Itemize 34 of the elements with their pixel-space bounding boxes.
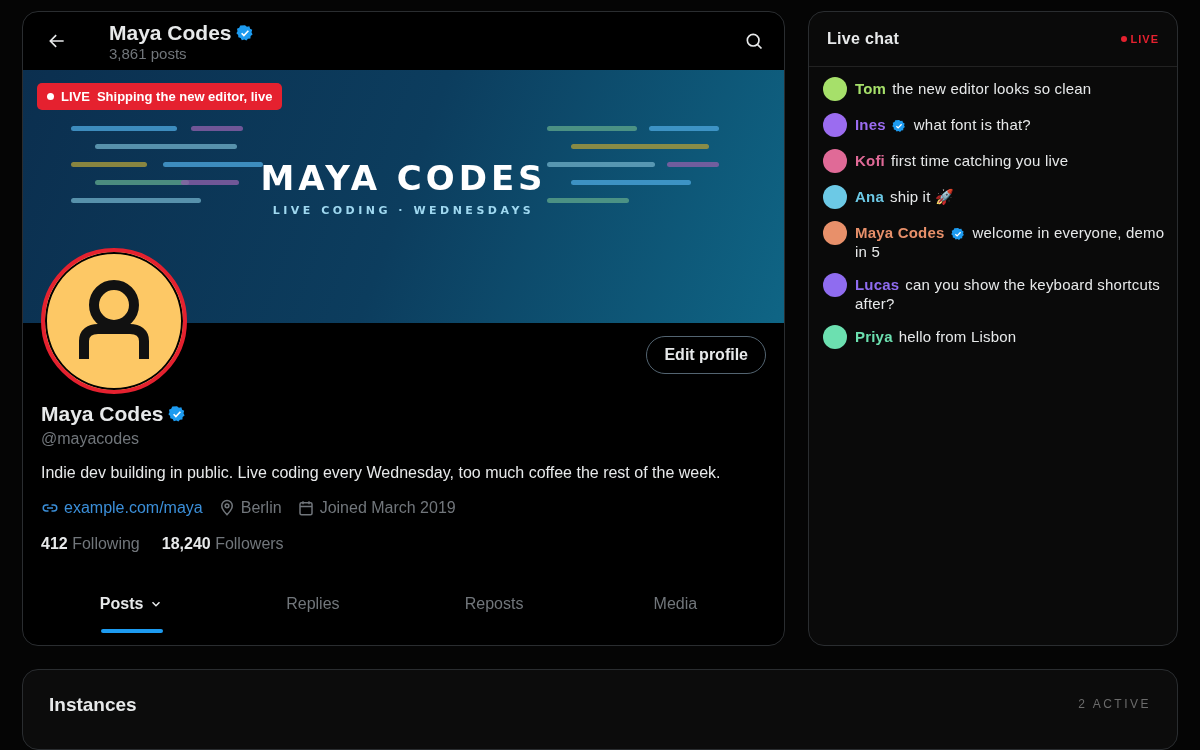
chat-message: Priya hello from Lisbon: [855, 327, 1017, 346]
profile-tab[interactable]: Reposts: [403, 577, 585, 633]
live-badge: LIVE Shipping the new editor, live: [37, 83, 283, 110]
website-link[interactable]: example.com/maya: [64, 499, 203, 517]
display-name: Maya Codes: [41, 402, 164, 426]
chat-title: Live chat: [827, 30, 900, 48]
search-icon: [744, 31, 764, 51]
chat-message: Lucas can you show the keyboard shortcuts after?: [855, 275, 1161, 313]
following-count[interactable]: 412 Following: [41, 535, 140, 553]
verified-badge-icon: [891, 119, 906, 134]
live-indicator: LIVE: [1120, 33, 1159, 45]
verified-badge-icon: [167, 405, 186, 423]
banner-title: MAYA CODES: [260, 158, 547, 198]
verified-badge-icon: [950, 227, 965, 242]
chat-message: Tom the new editor looks so clean: [855, 79, 1092, 98]
followers-count[interactable]: 18,240 Followers: [161, 535, 284, 553]
post-count: 3,861 posts: [109, 44, 188, 62]
location-text: Berlin: [240, 499, 282, 517]
profile-name: Maya Codes: [109, 20, 232, 45]
calendar-icon: [296, 499, 315, 517]
profile-tab[interactable]: Posts: [41, 577, 223, 633]
bio-text: Indie dev building in public. Live coding every Wednesday, too much coffee the rest of the week.: [41, 464, 722, 482]
active-count: 2 ACTIVE: [1078, 697, 1151, 711]
username: @mayacodes: [41, 430, 141, 448]
verified-badge-icon: [235, 23, 254, 42]
chat-message: Ines what font is that?: [855, 115, 1031, 134]
section-title: Instances: [49, 694, 137, 716]
profile-tab[interactable]: Replies: [222, 577, 404, 633]
chat-message: Maya Codes welcome in everyone, demo in 5: [855, 223, 1165, 261]
chat-message: Kofi first time catching you live: [855, 151, 1069, 170]
profile-tab[interactable]: Media: [584, 577, 766, 633]
chat-message: Ana ship it 🚀: [855, 187, 955, 206]
join-date: Joined March 2019: [319, 499, 456, 517]
banner-subtitle: LIVE CODING · WEDNESDAYS: [272, 204, 535, 217]
